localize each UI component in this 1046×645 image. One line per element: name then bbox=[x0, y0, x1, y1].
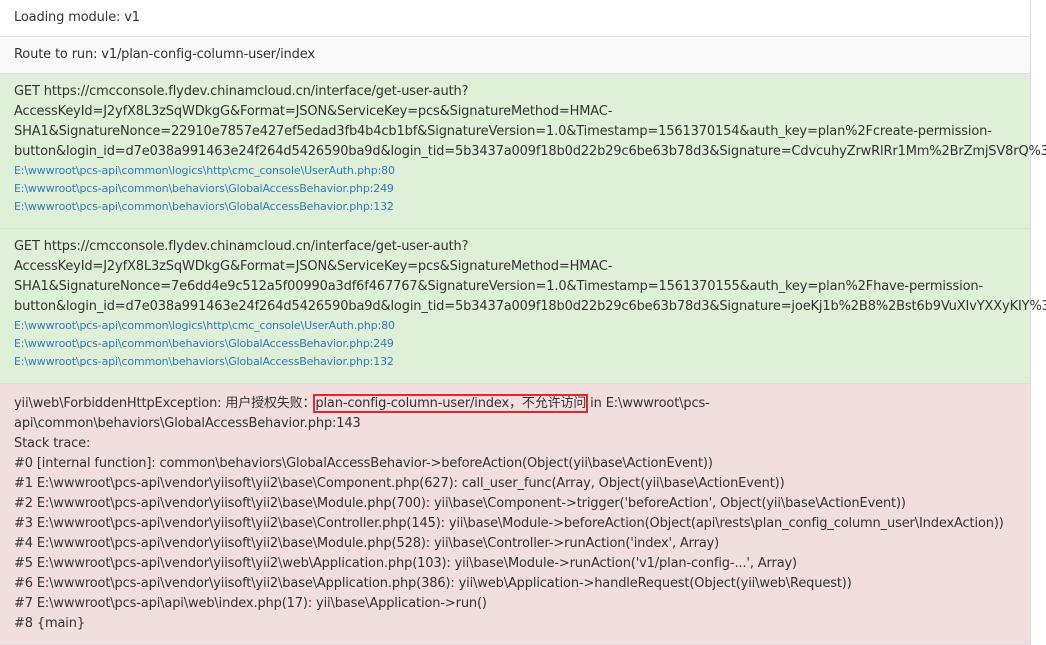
log-row-error: yii\web\ForbiddenHttpException: 用户授权失败：p… bbox=[0, 384, 1030, 645]
file-link[interactable]: E:\wwwroot\pcs-api\common\logics\http\cm… bbox=[14, 317, 1016, 335]
file-link[interactable]: E:\wwwroot\pcs-api\common\logics\http\cm… bbox=[14, 162, 1016, 180]
request-line: SHA1&SignatureNonce=7e6dd4e9c512a5f00990… bbox=[14, 279, 984, 294]
stack-frame: #5 E:\wwwroot\pcs-api\vendor\yiisoft\yii… bbox=[14, 556, 797, 571]
request-line: AccessKeyId=J2yfX8L3zSqWDkgG&Format=JSON… bbox=[14, 104, 613, 119]
log-row-route: Route to run: v1/plan-config-column-user… bbox=[0, 37, 1030, 74]
error-highlight: plan-config-column-user/index，不允许访问 bbox=[313, 394, 589, 413]
error-prefix: yii\web\ForbiddenHttpException: 用户授权失败： bbox=[14, 396, 316, 411]
file-link[interactable]: E:\wwwroot\pcs-api\common\behaviors\Glob… bbox=[14, 353, 1016, 371]
stack-frame: #4 E:\wwwroot\pcs-api\vendor\yiisoft\yii… bbox=[14, 536, 720, 551]
log-text: Route to run: v1/plan-config-column-user… bbox=[14, 47, 315, 62]
file-link[interactable]: E:\wwwroot\pcs-api\common\behaviors\Glob… bbox=[14, 198, 1016, 216]
debug-log-panel: Loading module: v1 Route to run: v1/plan… bbox=[0, 0, 1046, 645]
stack-frame: #2 E:\wwwroot\pcs-api\vendor\yiisoft\yii… bbox=[14, 496, 906, 511]
request-line: GET https://cmcconsole.flydev.chinamclou… bbox=[14, 239, 469, 254]
stack-frame: #7 E:\wwwroot\pcs-api\api\web\index.php(… bbox=[14, 596, 487, 611]
stack-frame: #3 E:\wwwroot\pcs-api\vendor\yiisoft\yii… bbox=[14, 516, 1004, 531]
request-line: SHA1&SignatureNonce=22910e7857e427ef5eda… bbox=[14, 124, 992, 139]
error-message: yii\web\ForbiddenHttpException: 用户授权失败：p… bbox=[14, 394, 1016, 414]
stack-frame: #6 E:\wwwroot\pcs-api\vendor\yiisoft\yii… bbox=[14, 576, 852, 591]
request-line: button&login_id=d7e038a991463e24f264d542… bbox=[14, 299, 1046, 314]
error-suffix: in E:\wwwroot\pcs- bbox=[586, 396, 710, 411]
request-line: button&login_id=d7e038a991463e24f264d542… bbox=[14, 144, 1046, 159]
request-line: GET https://cmcconsole.flydev.chinamclou… bbox=[14, 84, 469, 99]
stack-trace-label: Stack trace: bbox=[14, 436, 91, 451]
stack-frame: #8 {main} bbox=[14, 616, 85, 631]
log-text: Loading module: v1 bbox=[14, 10, 140, 25]
error-location: api\common\behaviors\GlobalAccessBehavio… bbox=[14, 416, 361, 431]
stack-frame: #1 E:\wwwroot\pcs-api\vendor\yiisoft\yii… bbox=[14, 476, 785, 491]
log-row-request-2: GET https://cmcconsole.flydev.chinamclou… bbox=[0, 229, 1046, 384]
file-link[interactable]: E:\wwwroot\pcs-api\common\behaviors\Glob… bbox=[14, 180, 1016, 198]
log-row-request-1: GET https://cmcconsole.flydev.chinamclou… bbox=[0, 74, 1046, 229]
request-line: AccessKeyId=J2yfX8L3zSqWDkgG&Format=JSON… bbox=[14, 259, 613, 274]
log-row-loading: Loading module: v1 bbox=[0, 0, 1030, 37]
file-link[interactable]: E:\wwwroot\pcs-api\common\behaviors\Glob… bbox=[14, 335, 1016, 353]
stack-frame: #0 [internal function]: common\behaviors… bbox=[14, 456, 713, 471]
